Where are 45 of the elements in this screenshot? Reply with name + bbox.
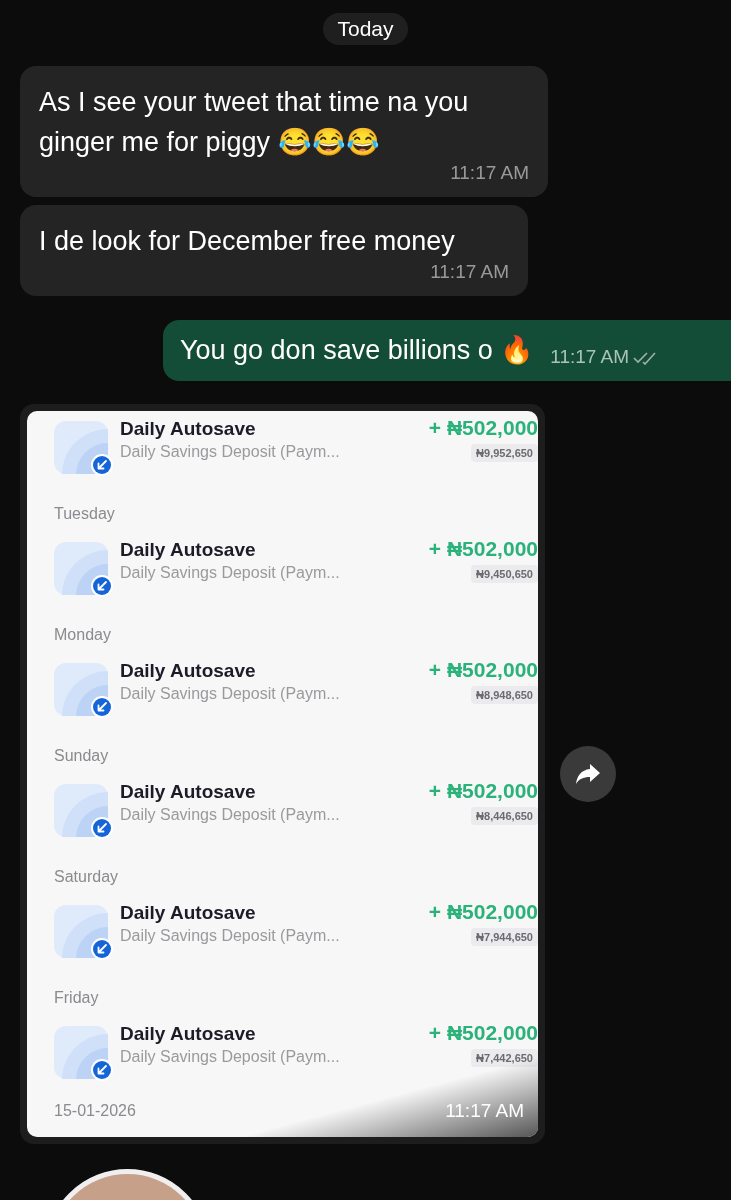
- deposit-icon: [54, 663, 114, 719]
- balance-badge: ₦8,948,650: [471, 686, 538, 704]
- message-time: 11:17 AM: [550, 345, 630, 370]
- deposit-icon: [54, 784, 114, 840]
- transaction-description: Daily Savings Deposit (Paym...: [120, 442, 340, 462]
- transaction-title: Daily Autosave: [120, 538, 257, 562]
- transaction-amount: + ₦502,000: [428, 415, 538, 441]
- deposit-icon: [54, 421, 114, 477]
- deposit-icon: [54, 542, 114, 598]
- message-text: As I see your tweet that time na you ginger me for piggy 😂😂😂: [39, 86, 470, 159]
- forward-button[interactable]: [560, 746, 616, 802]
- transaction-description: Daily Savings Deposit (Paym...: [120, 805, 340, 825]
- deposit-icon: [54, 1026, 114, 1082]
- balance-badge: ₦9,450,650: [471, 565, 538, 583]
- deposit-icon: [54, 905, 114, 961]
- message-time: 11:17 AM: [430, 261, 509, 283]
- balance-badge: ₦7,944,650: [471, 928, 538, 946]
- transaction-description: Daily Savings Deposit (Paym...: [120, 563, 340, 583]
- transaction-description: Daily Savings Deposit (Paym...: [120, 1047, 340, 1067]
- message-time: 11:17 AM: [445, 1098, 524, 1123]
- transaction-amount: + ₦502,000: [428, 657, 538, 683]
- transaction-title: Daily Autosave: [120, 659, 257, 683]
- statement-date: 15-01-2026: [54, 1100, 136, 1121]
- transaction-amount: + ₦502,000: [428, 536, 538, 562]
- transaction-amount: + ₦502,000: [428, 1020, 538, 1046]
- transaction-title: Daily Autosave: [120, 417, 257, 441]
- day-header: Sunday: [54, 746, 110, 766]
- transaction-amount: + ₦502,000: [428, 778, 538, 804]
- transaction-title: Daily Autosave: [120, 901, 257, 925]
- day-header: Saturday: [54, 867, 120, 887]
- transaction-description: Daily Savings Deposit (Paym...: [120, 684, 340, 704]
- balance-badge: ₦8,446,650: [471, 807, 538, 825]
- balance-badge: ₦9,952,650: [471, 444, 538, 462]
- share-arrow-icon: [575, 763, 601, 785]
- day-header: Friday: [54, 988, 100, 1008]
- message-time: 11:17 AM: [450, 162, 529, 184]
- day-header: Tuesday: [54, 504, 116, 524]
- message-text: I de look for December free money: [39, 225, 456, 258]
- transaction-title: Daily Autosave: [120, 780, 257, 804]
- transaction-title: Daily Autosave: [120, 1022, 257, 1046]
- day-header: Monday: [54, 625, 112, 645]
- balance-badge: ₦7,442,650: [471, 1049, 538, 1067]
- transaction-amount: + ₦502,000: [428, 899, 538, 925]
- message-text: You go don save billions o 🔥: [180, 334, 535, 368]
- transaction-description: Daily Savings Deposit (Paym...: [120, 926, 340, 946]
